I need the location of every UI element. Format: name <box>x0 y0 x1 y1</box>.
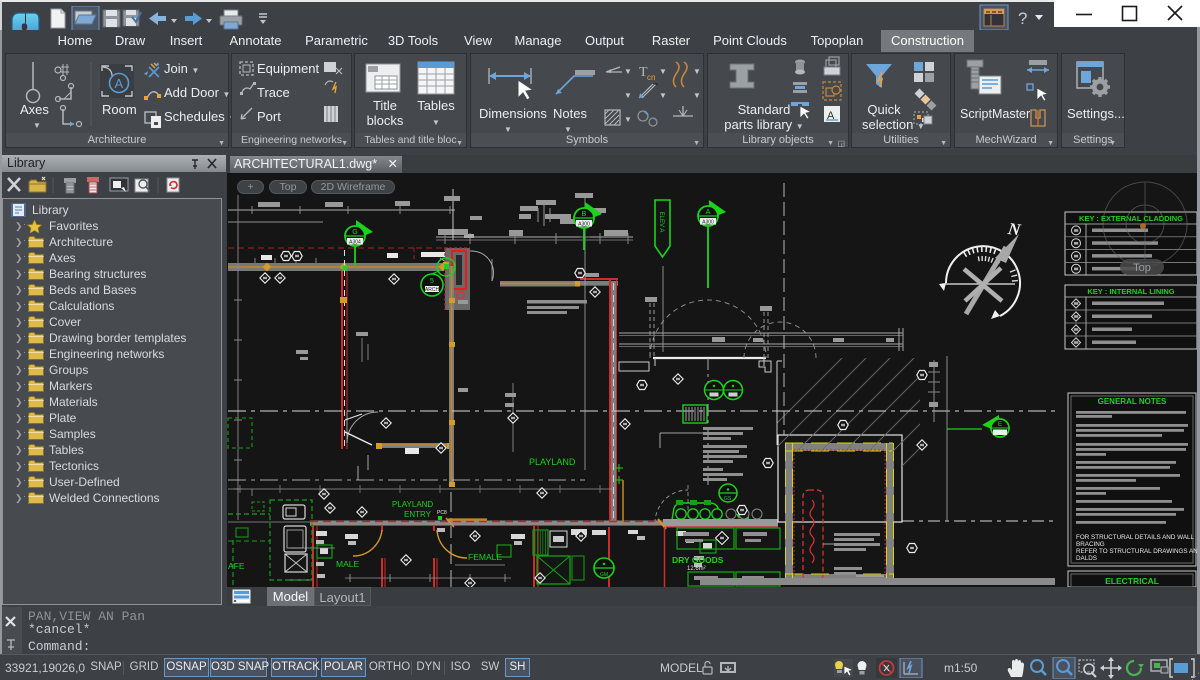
svg-text:Top: Top <box>1133 262 1151 274</box>
svg-text:DALDS: DALDS <box>1076 555 1097 562</box>
svg-text:MALE: MALE <box>336 559 359 569</box>
svg-text:ELECTRICAL: ELECTRICAL <box>1105 576 1159 586</box>
svg-text:DRY GOODS: DRY GOODS <box>672 555 724 565</box>
svg-text:GENERAL NOTES: GENERAL NOTES <box>1098 397 1167 406</box>
svg-text:12.6m²: 12.6m² <box>687 566 706 572</box>
svg-text:ELEV A: ELEV A <box>658 212 664 233</box>
svg-text:cn: cn <box>647 73 655 82</box>
svg-text:A300: A300 <box>702 220 714 226</box>
svg-text:PLAYLAND: PLAYLAND <box>392 500 433 509</box>
svg-text:A: A <box>115 76 124 91</box>
svg-text:ARCH: ARCH <box>425 287 440 293</box>
svg-text:B: B <box>582 211 587 218</box>
svg-text:G: G <box>352 229 357 236</box>
svg-text:GS: GS <box>724 496 732 502</box>
svg-text:N: N <box>1006 219 1023 240</box>
svg-text:PLAYLAND: PLAYLAND <box>529 457 576 467</box>
svg-text:PC8: PC8 <box>437 510 447 516</box>
svg-text:REFER TO STRUCTURAL DRAWINGS A: REFER TO STRUCTURAL DRAWINGS AND <box>1076 548 1200 555</box>
svg-text:AFE: AFE <box>228 561 245 571</box>
svg-text:FOR STRUCTURAL DETAILS AND WAL: FOR STRUCTURAL DETAILS AND WALL <box>1076 534 1195 541</box>
svg-text:KEY : INTERNAL LINING: KEY : INTERNAL LINING <box>1087 287 1174 296</box>
svg-text:FEMALE: FEMALE <box>468 552 502 562</box>
svg-text:A: A <box>706 209 711 216</box>
svg-text:ENTRY: ENTRY <box>404 510 432 519</box>
svg-text:A300: A300 <box>578 222 590 228</box>
svg-text:GM: GM <box>600 572 608 578</box>
svg-text:?: ? <box>1018 9 1027 28</box>
svg-text:KEY : EXTERNAL CLADDING: KEY : EXTERNAL CLADDING <box>1079 214 1183 223</box>
svg-text:BRACING: BRACING <box>1076 541 1105 548</box>
svg-text:E: E <box>998 421 1003 428</box>
svg-text:5: 5 <box>430 278 434 285</box>
svg-text:A304: A304 <box>349 240 361 246</box>
